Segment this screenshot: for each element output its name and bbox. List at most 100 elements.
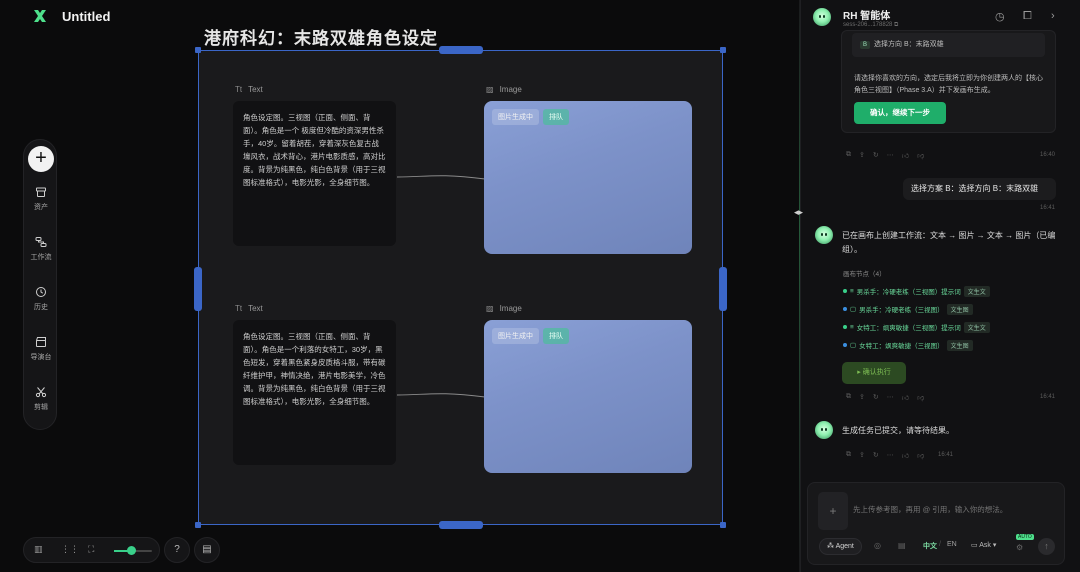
- timestamp: 16:41: [1040, 394, 1056, 400]
- thumbs-up-icon[interactable]: 👍︎: [902, 451, 909, 460]
- logo-icon[interactable]: [32, 8, 48, 24]
- send-button[interactable]: ↑: [1038, 538, 1055, 555]
- notes-button[interactable]: ▤: [194, 537, 220, 563]
- copy-icon[interactable]: ⧉: [894, 22, 898, 28]
- image-type-icon: ▨: [486, 304, 494, 313]
- grid-icon[interactable]: ⋮⋮: [61, 544, 79, 555]
- canvas-node-row[interactable]: ▢ 女特工：飒爽敏捷（三视图） 文生图: [843, 339, 973, 351]
- share-icon[interactable]: ⇪: [859, 151, 865, 160]
- bot-message: 已在画布上创建工作流：文本 → 图片 → 文本 → 图片（已编组）。: [842, 231, 1056, 254]
- share-icon[interactable]: ⇪: [859, 451, 865, 460]
- thumbs-down-icon[interactable]: 👎︎: [917, 451, 924, 460]
- lang-en-toggle[interactable]: EN: [947, 541, 957, 548]
- scissors-icon: [24, 386, 58, 400]
- bot-message: 生成任务已提交，请等待结果。: [842, 426, 954, 435]
- chevron-right-icon[interactable]: ›: [1051, 10, 1055, 22]
- image-node-1[interactable]: 图片生成中 排队: [484, 101, 692, 254]
- canvas-node-row[interactable]: ≡ 女特工：飒爽敏捷（三视图）提示词 文生文: [843, 321, 990, 333]
- share-icon[interactable]: ⇪: [859, 393, 865, 402]
- option-item[interactable]: B 选择方向 B：末路双雄: [852, 33, 1045, 57]
- chevron-down-icon: ▾: [992, 542, 997, 549]
- status-badge: 图片生成中: [492, 328, 539, 344]
- retry-icon[interactable]: ↻: [873, 451, 879, 460]
- confirm-next-button[interactable]: 确认，继续下一步: [854, 102, 946, 124]
- corner-handle[interactable]: [720, 47, 726, 53]
- fit-screen-icon[interactable]: ⛶: [88, 544, 94, 555]
- zoom-slider[interactable]: [114, 546, 152, 555]
- add-button[interactable]: +: [28, 146, 54, 172]
- prompt-input[interactable]: [853, 505, 1053, 514]
- status-dot: [843, 343, 847, 347]
- auto-badge: AUTO: [1016, 534, 1034, 540]
- canvas-node-name: 男杀手：冷硬老练（三视图）提示词: [856, 289, 961, 296]
- dock-item-history[interactable]: 历史: [24, 286, 58, 312]
- thumbs-up-icon[interactable]: 👍︎: [902, 151, 909, 160]
- corner-handle[interactable]: [720, 522, 726, 528]
- agent-avatar: [815, 226, 833, 244]
- ask-mode-dropdown[interactable]: ▭ Ask ▾: [971, 541, 996, 549]
- status-badge: 图片生成中: [492, 109, 539, 125]
- thumbs-down-icon[interactable]: 👎︎: [917, 393, 924, 402]
- help-button[interactable]: ?: [164, 537, 190, 563]
- clapper-icon: [24, 336, 58, 350]
- copy-icon[interactable]: ⧉: [846, 451, 851, 460]
- thumbs-up-icon[interactable]: 👍︎: [902, 393, 909, 402]
- execute-button[interactable]: ▸ 确认执行: [842, 362, 906, 384]
- resize-handle-top[interactable]: [439, 46, 483, 54]
- arrow-up-icon: ↑: [1044, 541, 1049, 551]
- workflow-icon: [24, 236, 58, 250]
- text-node-prompt-2[interactable]: 角色设定图。三视图（正面、侧面、背面）。角色是一个利落的女特工，30岁，黑色短发…: [233, 320, 396, 465]
- dock-item-assets[interactable]: 资产: [24, 186, 58, 212]
- group-title[interactable]: 港府科幻：末路双雄角色设定: [204, 24, 438, 49]
- dock-item-workflow[interactable]: 工作流: [24, 236, 58, 262]
- resize-handle-bottom[interactable]: [439, 521, 483, 529]
- dock-item-director[interactable]: 导演台: [24, 336, 58, 362]
- agent-name: RH 智能体: [843, 11, 891, 22]
- project-title[interactable]: Untitled: [62, 9, 110, 24]
- text-node-prompt-1[interactable]: 角色设定图。三视图（正面、侧面、背面）。角色是一个 极度但冷酷的资深男性杀手，4…: [233, 101, 396, 246]
- corner-handle[interactable]: [195, 47, 201, 53]
- nodes-label: 画布节点（4）: [843, 271, 886, 278]
- more-icon[interactable]: ⋯: [887, 451, 894, 460]
- history-icon[interactable]: ◷: [995, 10, 1005, 23]
- retry-icon[interactable]: ↻: [873, 151, 879, 160]
- retry-icon[interactable]: ↻: [873, 393, 879, 402]
- new-chat-icon[interactable]: ⧠: [1023, 10, 1032, 23]
- settings-icon[interactable]: ◎: [874, 541, 881, 550]
- more-icon[interactable]: ⋯: [887, 393, 894, 402]
- lang-zh-toggle[interactable]: 中文: [923, 541, 937, 551]
- agent-avatar: [813, 8, 831, 26]
- agent-mode-button[interactable]: ⁂ Agent: [819, 538, 862, 555]
- image-node-2[interactable]: 图片生成中 排队: [484, 320, 692, 473]
- node-type-icon: ▢: [850, 342, 857, 349]
- node-label-text-2: Tt Text: [235, 304, 263, 313]
- help-icon: ?: [174, 544, 180, 555]
- copy-icon[interactable]: ⧉: [846, 151, 851, 160]
- map-icon[interactable]: ▥: [34, 544, 43, 555]
- history-icon: [24, 286, 58, 300]
- canvas-node-row[interactable]: ▢ 男杀手：冷硬老练（三视图） 文生图: [843, 303, 973, 315]
- session-id[interactable]: sess-206...178828 ⧉: [843, 22, 898, 29]
- node-type-chip: 文生文: [963, 285, 990, 297]
- node-type-icon: ≡: [850, 287, 854, 295]
- upload-reference-button[interactable]: +: [818, 492, 848, 530]
- corner-handle[interactable]: [195, 522, 201, 528]
- dock-item-edit[interactable]: 剪辑: [24, 386, 58, 412]
- document-icon[interactable]: ▤: [898, 541, 906, 550]
- copy-icon[interactable]: ⧉: [846, 393, 851, 402]
- canvas-node-row[interactable]: ≡ 男杀手：冷硬老练（三视图）提示词 文生文: [843, 285, 990, 297]
- group-frame[interactable]: Tt Text ▨ Image Tt Text ▨ Image 角色设定图。三视…: [194, 46, 727, 529]
- node-label-image-2: ▨ Image: [486, 304, 522, 313]
- queue-badge: 排队: [543, 328, 569, 344]
- resize-handle-right[interactable]: [719, 267, 727, 311]
- zoom-slider-knob[interactable]: [126, 546, 136, 555]
- more-icon[interactable]: ⋯: [887, 151, 894, 160]
- node-type-chip: 文生图: [946, 339, 973, 351]
- resize-handle-left[interactable]: [194, 267, 202, 311]
- chat-icon: ▭: [971, 542, 978, 549]
- thumbs-down-icon[interactable]: 👎︎: [917, 151, 924, 160]
- resize-icon[interactable]: ◂▸: [794, 207, 803, 218]
- model-icon[interactable]: ⚙: [1016, 543, 1023, 552]
- generation-status: 图片生成中 排队: [492, 109, 569, 125]
- connector-line: [397, 393, 485, 398]
